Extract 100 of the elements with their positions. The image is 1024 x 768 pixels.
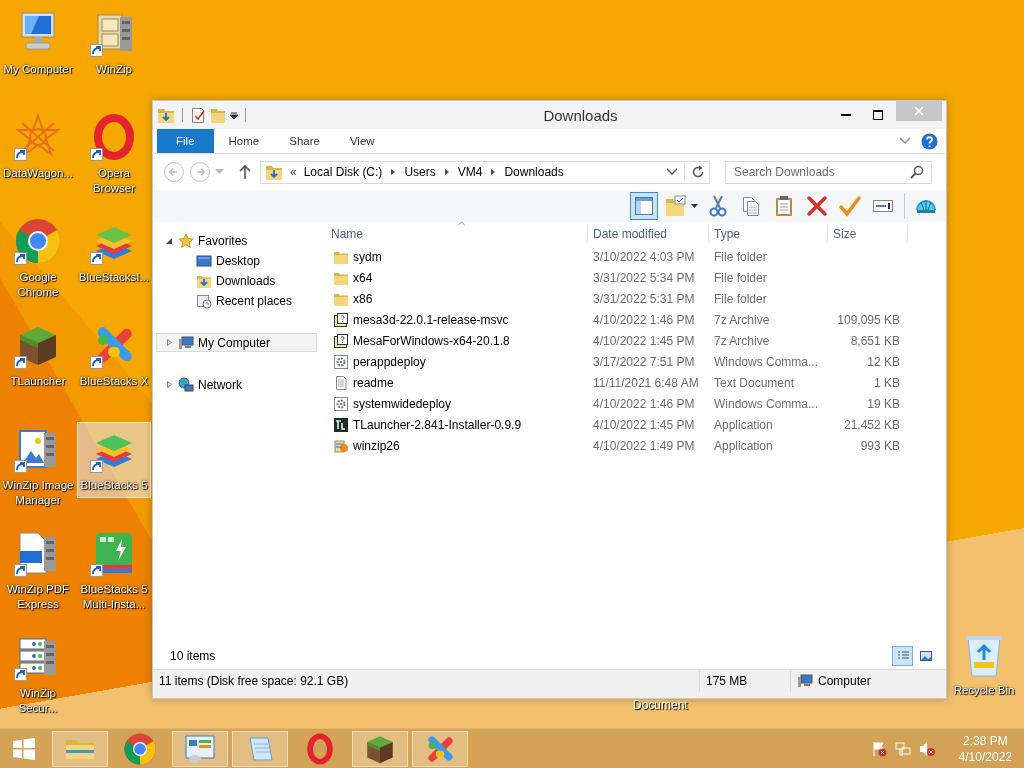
breadcrumb[interactable]: Local Disk (C:) — [303, 165, 383, 179]
column-header[interactable]: Name — [326, 225, 588, 243]
ribbon-tab[interactable]: File — [157, 129, 214, 153]
size-cell: 12 KB — [867, 354, 900, 369]
file-name[interactable]: readme — [353, 375, 394, 390]
status-text: 175 MB — [706, 674, 748, 688]
speaker-muted-icon[interactable] — [918, 740, 935, 757]
nav-item[interactable]: Recent places — [156, 291, 317, 310]
delete-icon — [805, 194, 829, 218]
date-cell-text: 3/31/2022 5:34 PM — [592, 270, 696, 285]
file-name[interactable]: winzip26 — [353, 438, 400, 453]
text-file-icon — [333, 374, 349, 391]
taskbar-button[interactable] — [172, 730, 228, 767]
file-name[interactable]: systemwidedeploy — [353, 396, 452, 411]
date-cell-text: 4/10/2022 1:46 PM — [592, 312, 696, 327]
nav-item[interactable]: Desktop — [156, 251, 317, 270]
breadcrumb-arrow-icon[interactable] — [442, 168, 451, 176]
star-icon — [178, 232, 194, 249]
nav-item[interactable]: Favorites — [156, 231, 317, 250]
refresh-icon — [691, 165, 705, 179]
folder-arrow-icon — [265, 163, 283, 181]
breadcrumb[interactable]: VM4 — [457, 165, 483, 179]
circle-segments-icon — [123, 731, 157, 766]
file-name[interactable]: MesaForWindows-x64-20.1.8 — [353, 333, 510, 348]
icon-label: WinZip PDF Express — [6, 582, 70, 612]
type-cell-text: Windows Comma... — [713, 354, 820, 369]
caret-icon — [230, 111, 238, 119]
address-bar[interactable]: « Local Disk (C:) Users VM4 Downloads — [260, 160, 710, 184]
icon-label: BlueStacks 5 Multi-Insta... — [79, 582, 149, 612]
file-name[interactable]: mesa3d-22.0.1-release-msvc — [353, 312, 509, 327]
installer-icon — [333, 437, 349, 454]
type-cell-text: 7z Archive — [713, 312, 771, 327]
desktop-icon — [196, 252, 212, 269]
icon-label: Document — [633, 698, 688, 712]
caret-icon — [691, 204, 698, 208]
size-cell: 1 KB — [874, 375, 900, 390]
recent-places-icon — [196, 292, 212, 309]
file-name[interactable]: TLauncher-2.841-Installer-0.9.9 — [353, 417, 522, 432]
breadcrumb[interactable]: Users — [404, 165, 436, 179]
date-cell-text: 4/10/2022 1:46 PM — [592, 396, 696, 411]
date-cell-text: 3/10/2022 4:03 PM — [592, 249, 696, 264]
checkmark-icon — [838, 194, 862, 218]
window-title: Downloads — [542, 106, 619, 124]
icon-label: BlueStacks 5 — [80, 478, 148, 493]
breadcrumb[interactable]: Downloads — [504, 165, 564, 179]
date-cell-text: 3/31/2022 5:31 PM — [592, 291, 696, 306]
minimize-icon — [841, 114, 851, 116]
column-header[interactable]: Date modified — [588, 225, 709, 243]
type-cell-text: File folder — [713, 291, 768, 306]
file-name[interactable]: perappdeploy — [353, 354, 426, 369]
search-icon — [910, 164, 924, 179]
type-cell-text: File folder — [713, 249, 768, 264]
up-arrow-icon[interactable] — [238, 164, 252, 180]
gear-file-icon — [333, 395, 349, 412]
flag-error-icon[interactable] — [870, 740, 887, 757]
computer-icon — [797, 673, 813, 689]
size-cell: 8,651 KB — [850, 333, 900, 348]
type-cell-text: File folder — [713, 270, 768, 285]
nav-item[interactable]: My Computer — [156, 333, 317, 352]
chevron-icon[interactable] — [899, 137, 911, 145]
icon-label: WinZip Secur... — [17, 686, 59, 716]
icon-label: DataWagon... — [3, 166, 73, 181]
expand-arrow-icon[interactable] — [165, 236, 174, 245]
nav-item[interactable]: Downloads — [156, 271, 317, 290]
type-cell-text: Text Document — [713, 375, 796, 390]
item-count: 10 items — [170, 649, 216, 663]
size-cell: 21,452 KB — [843, 417, 900, 432]
date-cell-text: 4/10/2022 1:49 PM — [592, 438, 696, 453]
file-name[interactable]: x86 — [353, 291, 373, 306]
icon-label: TLauncher — [10, 374, 66, 389]
ribbon-tab[interactable]: Share — [274, 129, 335, 153]
clock-date: 4/10/2022 — [958, 748, 1012, 765]
icon-label: My Computer — [3, 62, 73, 77]
archive-icon — [333, 332, 349, 349]
overflow-chevron[interactable]: « — [290, 165, 297, 179]
layout-icon — [632, 194, 656, 218]
column-header[interactable]: Type — [709, 225, 828, 243]
size-cell: 993 KB — [860, 438, 900, 453]
size-cell: 109,095 KB — [837, 312, 900, 327]
file-name[interactable]: sydm — [353, 249, 382, 264]
icon-label: Recycle Bin — [953, 683, 1015, 698]
date-cell-text: 3/17/2022 7:51 PM — [592, 354, 696, 369]
maximize-icon — [873, 110, 883, 120]
nav-item[interactable]: Network — [156, 375, 317, 394]
ribbon-tab[interactable]: View — [334, 129, 390, 153]
type-cell-text: Application — [713, 417, 774, 432]
search-field[interactable]: Search Downloads — [725, 160, 932, 184]
size-cell: 19 KB — [867, 396, 900, 411]
close-icon — [914, 106, 924, 116]
date-cell-text: 4/10/2022 1:45 PM — [592, 333, 696, 348]
help-icon[interactable] — [921, 132, 938, 150]
status-text: 11 items (Disk free space: 92.1 GB) — [159, 674, 349, 688]
file-name[interactable]: x64 — [353, 270, 373, 285]
toolbar-button[interactable] — [630, 192, 658, 220]
column-header[interactable]: Size — [828, 225, 908, 243]
date-cell-text: 11/11/2021 6:48 AM — [592, 375, 700, 390]
ribbon-tab[interactable]: Home — [213, 129, 275, 153]
taskbar-button[interactable] — [352, 730, 408, 767]
type-cell-text: Windows Comma... — [713, 396, 820, 411]
icon-label: Opera Browser — [91, 166, 137, 196]
